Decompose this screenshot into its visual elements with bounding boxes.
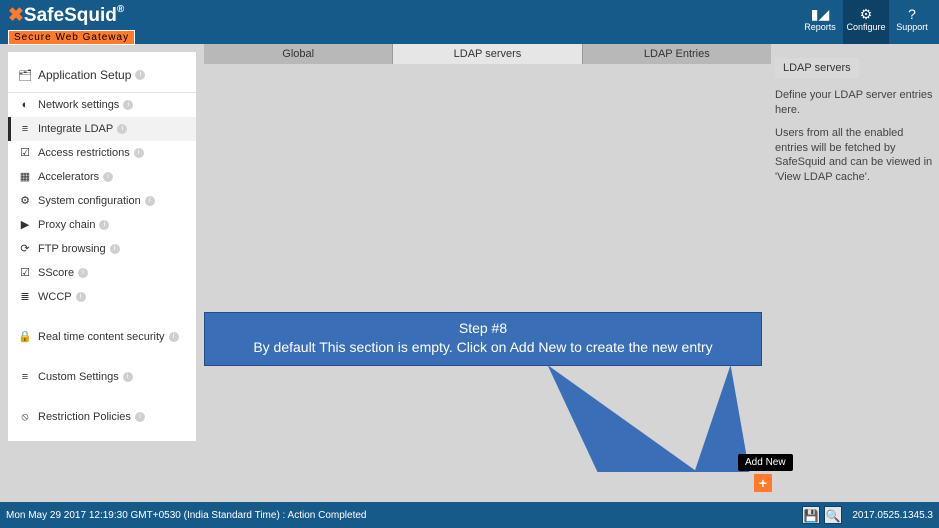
callout-pointer [523, 365, 698, 472]
help-panel: LDAP servers Define your LDAP server ent… [775, 58, 935, 193]
chart-icon: ▮◢ [797, 6, 843, 22]
sidebar-restriction-label: Restriction Policies [38, 410, 131, 424]
sidebar-item-label: System configuration [38, 194, 141, 208]
sidebar-item-icon: ☑ [18, 266, 32, 280]
sidebar-item-label: FTP browsing [38, 242, 106, 256]
sidebar: 🗂 Application Setup i ◐ Network settings i… [8, 52, 196, 441]
sidebar-item-icon: ◐ [18, 98, 32, 112]
logo-x-icon: ✖ [8, 5, 24, 26]
sidebar-realtime-security[interactable]: 🔒 Real time content security i [8, 325, 196, 349]
reports-button[interactable]: ▮◢ Reports [797, 0, 843, 44]
info-icon[interactable]: i [123, 372, 133, 382]
support-button[interactable]: ? Support [889, 0, 935, 44]
sliders-icon: ⚙ [843, 6, 889, 22]
sidebar-item-sscore[interactable]: ☑ SScorei [8, 261, 196, 285]
plus-icon: + [759, 475, 767, 491]
tab-ldap-servers[interactable]: LDAP servers [392, 44, 581, 64]
sidebar-item-label: SScore [38, 266, 74, 280]
help-panel-title: LDAP servers [775, 58, 859, 78]
sidebar-realtime-label: Real time content security [38, 330, 165, 344]
info-icon[interactable]: i [135, 70, 145, 80]
info-icon[interactable]: i [76, 292, 86, 302]
config-tabs: Global LDAP servers LDAP Entries [204, 44, 771, 64]
info-icon[interactable]: i [123, 100, 133, 110]
info-icon[interactable]: i [110, 244, 120, 254]
sidebar-custom-label: Custom Settings [38, 370, 119, 384]
sidebar-item-accelerators[interactable]: ▦ Accelerators i [8, 165, 196, 189]
sidebar-item-icon: ▶ [18, 218, 32, 232]
info-icon[interactable]: i [78, 268, 88, 278]
sidebar-item-label: Network settings [38, 98, 119, 112]
tab-ldap-entries[interactable]: LDAP Entries [582, 44, 771, 64]
info-icon[interactable]: i [135, 412, 145, 422]
brand-name-a: Safe [24, 5, 64, 26]
ban-icon: ⦸ [18, 410, 32, 424]
sidebar-item-integrate-ldap[interactable]: ≡ Integrate LDAP i [8, 117, 196, 141]
brand-reg: ® [117, 4, 124, 15]
status-text: Mon May 29 2017 12:19:30 GMT+0530 (India… [6, 510, 366, 521]
brand-logo: ✖SafeSquid® Secure Web Gateway [8, 4, 135, 45]
info-icon[interactable]: i [134, 148, 144, 158]
support-label: Support [896, 22, 928, 32]
help-text-2: Users from all the enabled entries will … [775, 126, 935, 185]
briefcase-icon: 🗂 [18, 69, 32, 82]
sidebar-item-label: Proxy chain [38, 218, 95, 232]
sidebar-item-label: Access restrictions [38, 146, 130, 160]
sidebar-application-setup[interactable]: 🗂 Application Setup i [8, 60, 196, 93]
sidebar-item-wccp[interactable]: ≣ WCCP i [8, 285, 196, 309]
lock-icon: 🔒 [18, 330, 32, 344]
configure-button[interactable]: ⚙ Configure [843, 0, 889, 44]
info-icon[interactable]: i [169, 332, 179, 342]
sidebar-item-network-settings[interactable]: ◐ Network settings i [8, 93, 196, 117]
info-icon[interactable]: i [103, 172, 113, 182]
sidebar-item-icon: ≣ [18, 290, 32, 304]
sidebar-item-system-configuration[interactable]: ⚙ System configuration i [8, 189, 196, 213]
version-text: 2017.0525.1345.3 [852, 510, 933, 521]
sidebar-item-access-restrictions[interactable]: ☑ Access restrictions i [8, 141, 196, 165]
reports-label: Reports [804, 22, 836, 32]
help-text-1: Define your LDAP server entries here. [775, 88, 935, 118]
sidebar-item-label: Accelerators [38, 170, 99, 184]
configure-label: Configure [846, 22, 885, 32]
info-icon[interactable]: i [145, 196, 155, 206]
sidebar-item-icon: ⚙ [18, 194, 32, 208]
sidebar-item-label: WCCP [38, 290, 72, 304]
sidebar-item-label: Integrate LDAP [38, 122, 113, 136]
save-button[interactable]: 💾 [802, 506, 820, 524]
sliders-icon: ≡ [18, 370, 32, 384]
tutorial-callout: Step #8 By default This section is empty… [204, 312, 762, 366]
brand-tagline: Secure Web Gateway [8, 30, 135, 45]
help-icon: ? [889, 6, 935, 22]
callout-line1: Step #8 [215, 319, 751, 338]
tab-global[interactable]: Global [204, 44, 392, 64]
add-new-tooltip: Add New [738, 454, 793, 471]
sidebar-item-icon: ☑ [18, 146, 32, 160]
sidebar-item-icon: ⟳ [18, 242, 32, 256]
sidebar-restriction-policies[interactable]: ⦸ Restriction Policies i [8, 405, 196, 429]
sidebar-setup-label: Application Setup [38, 68, 131, 82]
search-button[interactable]: 🔍 [824, 506, 842, 524]
sidebar-item-proxy-chain[interactable]: ▶ Proxy chain i [8, 213, 196, 237]
brand-name-b: Squid [64, 5, 117, 26]
sidebar-item-icon: ≡ [18, 122, 32, 136]
info-icon[interactable]: i [99, 220, 109, 230]
sidebar-custom-settings[interactable]: ≡ Custom Settings i [8, 365, 196, 389]
add-new-button[interactable]: + [754, 474, 772, 492]
info-icon[interactable]: i [117, 124, 127, 134]
sidebar-item-icon: ▦ [18, 170, 32, 184]
status-bar: Mon May 29 2017 12:19:30 GMT+0530 (India… [0, 502, 939, 528]
sidebar-item-ftp-browsing[interactable]: ⟳ FTP browsing i [8, 237, 196, 261]
callout-line2: By default This section is empty. Click … [215, 338, 751, 357]
app-header: ✖SafeSquid® Secure Web Gateway ▮◢ Report… [0, 0, 939, 44]
